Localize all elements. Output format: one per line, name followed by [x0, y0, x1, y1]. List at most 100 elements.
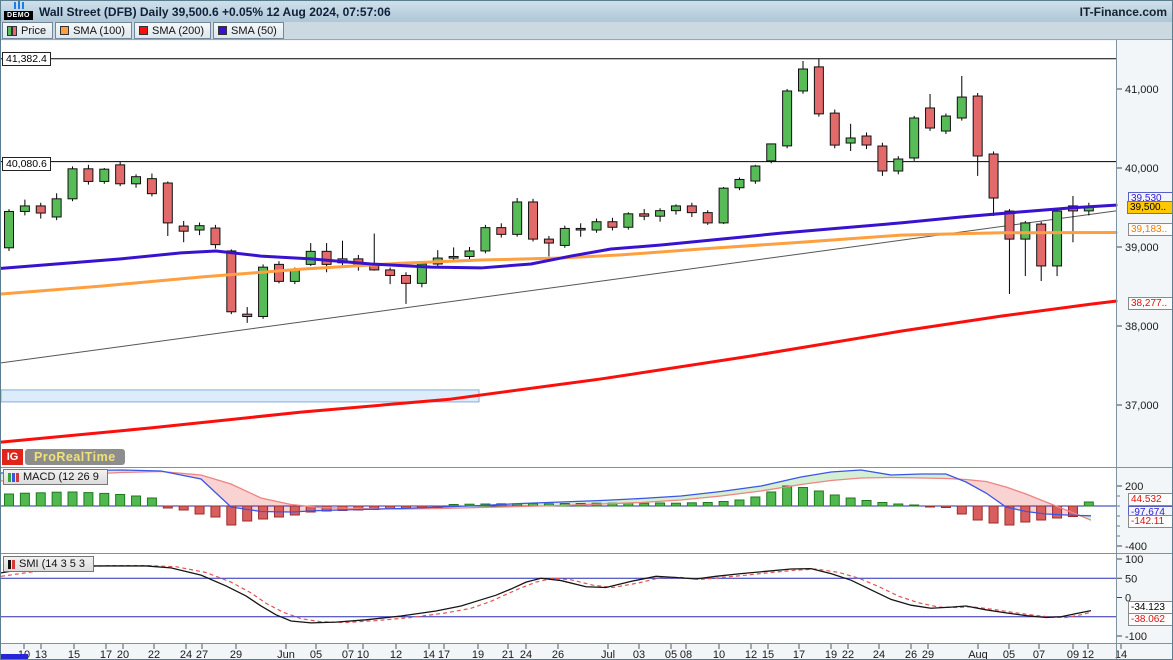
x-axis-label: 05 — [665, 649, 677, 660]
demo-logo: DEMO — [1, 1, 35, 22]
x-axis-label: 24 — [873, 649, 885, 660]
sma100-value-tag: 39,183.. — [1128, 223, 1173, 236]
candle-body[interactable] — [830, 113, 839, 145]
x-axis-label: 10 — [713, 649, 725, 660]
legend-item-sma200[interactable]: SMA (200) — [134, 22, 211, 39]
candle-body[interactable] — [68, 169, 77, 199]
candle-body[interactable] — [592, 222, 601, 230]
candle-body[interactable] — [465, 251, 474, 257]
legend-label: Price — [21, 25, 46, 37]
candle-body[interactable] — [36, 206, 45, 213]
candle-body[interactable] — [195, 226, 204, 230]
candle-body[interactable] — [529, 202, 538, 239]
macd-bar — [100, 493, 109, 506]
candle-body[interactable] — [497, 228, 506, 235]
candle-body[interactable] — [52, 199, 61, 217]
price-tick-label: 39,000 — [1125, 242, 1159, 254]
candle-body[interactable] — [227, 251, 236, 312]
macd-bar — [830, 495, 839, 506]
legend-label: SMA (100) — [73, 25, 125, 37]
candle-body[interactable] — [719, 188, 728, 223]
candle-body[interactable] — [941, 116, 950, 131]
candle-body[interactable] — [20, 206, 29, 212]
smi-icon — [8, 560, 15, 569]
macd-bar — [147, 498, 156, 506]
candle-body[interactable] — [783, 91, 792, 146]
smi-indicator-chip[interactable]: SMI (14 3 5 3 — [3, 556, 94, 572]
macd-bar — [671, 503, 680, 506]
resistance-line-label: 40,080.6 — [2, 157, 51, 171]
smi-signal-value-tag: -38.062 — [1128, 613, 1173, 626]
legend-item-sma100[interactable]: SMA (100) — [55, 22, 132, 39]
candle-body[interactable] — [386, 270, 395, 276]
candle-body[interactable] — [449, 256, 458, 258]
candle-body[interactable] — [640, 214, 649, 216]
candle-body[interactable] — [799, 69, 808, 91]
x-axis-label: 26 — [905, 649, 917, 660]
instrument-title: Wall Street (DFB) Daily 39,500.6 +0.05% … — [39, 5, 391, 19]
macd-bar — [116, 495, 125, 507]
candle-body[interactable] — [147, 179, 156, 194]
candle-body[interactable] — [624, 214, 633, 227]
candle-body[interactable] — [671, 206, 680, 211]
candle-body[interactable] — [878, 146, 887, 171]
macd-tick-label: 200 — [1125, 481, 1143, 493]
candle-body[interactable] — [179, 226, 188, 231]
candle-body[interactable] — [687, 206, 696, 213]
candle-body[interactable] — [735, 179, 744, 187]
x-axis-label: 24 — [180, 649, 192, 660]
macd-bar — [52, 492, 61, 506]
x-axis-label: 12 — [745, 649, 757, 660]
macd-bar — [878, 503, 887, 507]
horizontal-scrollbar[interactable] — [1, 654, 28, 660]
candle-body[interactable] — [926, 108, 935, 128]
prorealtime-wordmark: ProRealTime — [25, 449, 125, 465]
chart-canvas[interactable]: 41,00040,00039,00038,00037,000200-400100… — [1, 1, 1173, 660]
candle-body[interactable] — [513, 202, 522, 234]
candle-body[interactable] — [259, 267, 268, 316]
candle-body[interactable] — [243, 314, 252, 316]
legend-item-price[interactable]: Price — [2, 22, 53, 39]
macd-indicator-chip[interactable]: MACD (12 26 9 — [3, 469, 108, 485]
x-axis-label: Aug — [968, 649, 988, 660]
candle-body[interactable] — [1021, 223, 1030, 239]
legend-item-sma50[interactable]: SMA (50) — [213, 22, 284, 39]
candle-body[interactable] — [211, 228, 220, 245]
candle-body[interactable] — [989, 154, 998, 198]
candle-body[interactable] — [1053, 211, 1062, 266]
candle-body[interactable] — [560, 228, 569, 245]
candle-body[interactable] — [84, 169, 93, 182]
candle-body[interactable] — [608, 222, 617, 228]
candle-body[interactable] — [751, 166, 760, 181]
candle-body[interactable] — [274, 264, 283, 281]
x-axis-label: Jul — [601, 649, 615, 660]
candle-body[interactable] — [5, 211, 14, 247]
candle-body[interactable] — [322, 251, 331, 264]
candle-body[interactable] — [163, 183, 172, 223]
x-axis-label: 24 — [520, 649, 532, 660]
x-axis-label: 10 — [357, 649, 369, 660]
price-tick-label: 40,000 — [1125, 163, 1159, 175]
candle-body[interactable] — [100, 169, 109, 181]
candle-body[interactable] — [703, 213, 712, 223]
candle-body[interactable] — [862, 136, 871, 145]
candle-body[interactable] — [544, 239, 553, 243]
candle-body[interactable] — [957, 97, 966, 118]
candle-body[interactable] — [481, 228, 490, 251]
macd-bar — [862, 501, 871, 507]
candle-body[interactable] — [402, 275, 411, 283]
candle-body[interactable] — [767, 144, 776, 161]
candle-body[interactable] — [814, 67, 823, 114]
candle-body[interactable] — [910, 118, 919, 158]
candle-body[interactable] — [973, 96, 982, 156]
brand-link[interactable]: IT-Finance.com — [1080, 5, 1167, 19]
candle-body[interactable] — [846, 138, 855, 143]
candle-body[interactable] — [656, 211, 665, 217]
candle-body[interactable] — [116, 165, 125, 184]
candle-body[interactable] — [132, 177, 141, 184]
candle-body[interactable] — [1037, 224, 1046, 266]
candle-body[interactable] — [894, 159, 903, 171]
legend-label: SMA (50) — [231, 25, 277, 37]
candle-body[interactable] — [1005, 211, 1014, 239]
candle-body[interactable] — [576, 228, 585, 230]
